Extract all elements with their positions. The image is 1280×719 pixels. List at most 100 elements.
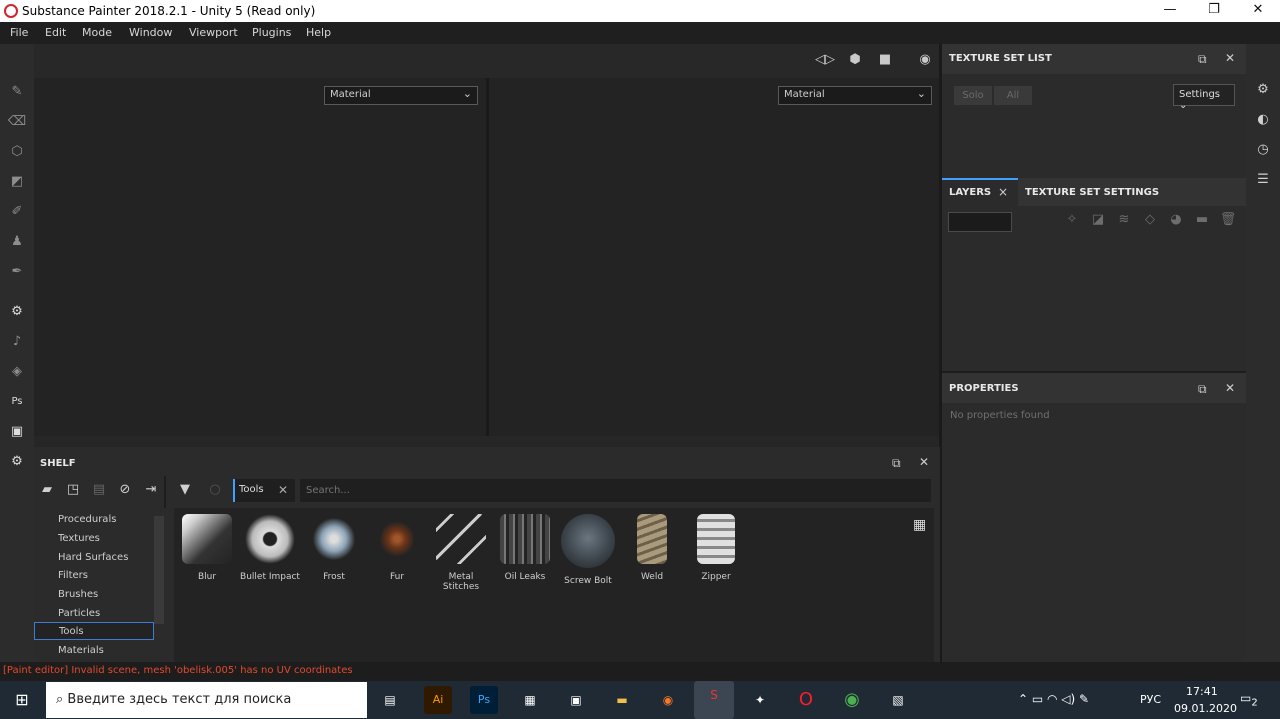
notifications-icon[interactable]: ▭2: [1240, 691, 1258, 708]
asset-screw-bolt[interactable]: Screw Bolt: [557, 514, 619, 594]
layer-stack-icon[interactable]: ◈: [7, 362, 27, 382]
display-settings-icon[interactable]: ◐: [1254, 112, 1272, 130]
layers-tab-close[interactable]: ×: [998, 185, 1008, 199]
add-fill-layer-icon[interactable]: ◇: [1140, 212, 1160, 232]
substance-source-icon[interactable]: ⚙: [7, 302, 27, 322]
maximize-button[interactable]: ❐: [1192, 0, 1236, 22]
opera-icon[interactable]: O: [792, 686, 820, 714]
filter-icon[interactable]: ▼: [176, 482, 194, 500]
media-icon[interactable]: ▦: [516, 686, 544, 714]
category-item[interactable]: Hard Surfaces: [34, 550, 154, 568]
notification-bell-icon[interactable]: ♪: [7, 332, 27, 352]
left-material-select[interactable]: Material ⌄: [324, 86, 478, 105]
screenshot-icon[interactable]: ◉: [914, 52, 936, 70]
asset-bullet-impact[interactable]: Bullet Impact: [239, 514, 301, 594]
color-picker-icon[interactable]: ✒: [7, 262, 27, 282]
menu-window[interactable]: Window: [129, 26, 172, 39]
photoshop-icon[interactable]: Ps: [7, 392, 27, 412]
float-panel-icon[interactable]: ⧉: [1198, 52, 1207, 67]
file-explorer-icon[interactable]: ▬: [608, 686, 636, 714]
projection-icon[interactable]: ⬡: [7, 142, 27, 162]
all-button[interactable]: All: [994, 86, 1032, 105]
film-icon[interactable]: ▣: [562, 686, 590, 714]
clone-stamp-icon[interactable]: ♟: [7, 232, 27, 252]
add-effect-icon[interactable]: ✧: [1062, 212, 1082, 232]
history-icon[interactable]: ◷: [1254, 142, 1272, 160]
float-panel-icon[interactable]: ⧉: [892, 456, 901, 471]
3d-viewport[interactable]: [34, 78, 486, 436]
grid-view-icon[interactable]: ▦: [913, 517, 926, 533]
task-view-icon[interactable]: ▤: [376, 686, 404, 714]
asset-fur[interactable]: Fur: [366, 514, 428, 594]
close-panel-icon[interactable]: ✕: [1225, 51, 1235, 65]
menu-file[interactable]: File: [10, 26, 28, 39]
taskbar-search[interactable]: ⌕ Введите здесь текст для поиска: [46, 682, 367, 718]
chrome-icon[interactable]: ◉: [838, 686, 866, 714]
folder-icon[interactable]: ▰: [38, 482, 56, 500]
category-item[interactable]: Procedurals: [34, 512, 154, 530]
add-folder-icon[interactable]: ▬: [1192, 212, 1212, 232]
asset-blur[interactable]: Blur: [176, 514, 238, 594]
minimize-button[interactable]: —: [1148, 0, 1192, 22]
hide-icon[interactable]: ⊘: [116, 482, 134, 500]
symmetry-icon[interactable]: ◁▷: [814, 52, 836, 70]
image-viewer-icon[interactable]: ▧: [884, 686, 912, 714]
float-panel-icon[interactable]: ⧉: [1198, 382, 1207, 397]
tray-icons[interactable]: ⌃ ▭ ◠ ◁) ✎: [1018, 692, 1089, 706]
clock-date[interactable]: 09.01.2020: [1174, 702, 1237, 715]
category-item-selected[interactable]: Tools: [34, 622, 154, 640]
asset-zipper[interactable]: Zipper: [685, 514, 747, 594]
category-item[interactable]: Textures: [34, 531, 154, 549]
category-scrollbar[interactable]: [154, 516, 164, 624]
texture-set-icon[interactable]: ⚙: [1254, 82, 1272, 100]
menu-mode[interactable]: Mode: [82, 26, 112, 39]
illustrator-icon[interactable]: Ai: [424, 686, 452, 714]
close-panel-icon[interactable]: ✕: [1225, 381, 1235, 395]
texture-set-settings-tab[interactable]: TEXTURE SET SETTINGS: [1025, 187, 1159, 198]
new-shelf-icon[interactable]: ◳: [64, 482, 82, 500]
delete-layer-icon[interactable]: 🗑: [1218, 212, 1238, 232]
category-item[interactable]: Materials: [34, 643, 154, 661]
2d-viewport[interactable]: [489, 78, 940, 436]
layers-channel-select[interactable]: [948, 212, 1012, 232]
close-window-button[interactable]: ✕: [1236, 0, 1280, 22]
windows-start-icon[interactable]: ⊞: [8, 686, 36, 714]
viewport-splitter[interactable]: [34, 436, 940, 447]
shelf-search-input[interactable]: [300, 479, 931, 502]
asset-metal-stitches[interactable]: Metal Stitches: [430, 514, 492, 594]
camera-icon[interactable]: ■: [874, 52, 896, 70]
language-indicator[interactable]: РУС: [1140, 693, 1161, 706]
zbrush-icon[interactable]: ✦: [746, 686, 774, 714]
menu-viewport[interactable]: Viewport: [189, 26, 238, 39]
asset-weld[interactable]: Weld: [621, 514, 683, 594]
settings-gear-icon[interactable]: ⚙: [7, 452, 27, 472]
eraser-icon[interactable]: ⌫: [7, 112, 27, 132]
asset-oil-leaks[interactable]: Oil Leaks: [494, 514, 556, 594]
category-item[interactable]: Brushes: [34, 587, 154, 605]
import-icon[interactable]: ⇥: [142, 482, 160, 500]
asset-frost[interactable]: Frost: [303, 514, 365, 594]
export-icon[interactable]: ▣: [7, 422, 27, 442]
right-material-select[interactable]: Material ⌄: [778, 86, 932, 105]
settings-dropdown[interactable]: Settings ⌄: [1173, 84, 1235, 111]
add-layer-icon[interactable]: ≋: [1114, 212, 1134, 232]
add-mask-icon[interactable]: ◪: [1088, 212, 1108, 232]
clock-time[interactable]: 17:41: [1186, 685, 1218, 698]
solo-button[interactable]: Solo: [954, 86, 992, 105]
display-mode-cube-icon[interactable]: ⬢: [844, 52, 866, 70]
blender-icon[interactable]: ◉: [654, 686, 682, 714]
add-paint-layer-icon[interactable]: ◕: [1166, 212, 1186, 232]
menu-edit[interactable]: Edit: [45, 26, 66, 39]
remove-filter-icon[interactable]: ✕: [278, 483, 288, 497]
smudge-icon[interactable]: ✐: [7, 202, 27, 222]
paint-brush-icon[interactable]: ✎: [7, 82, 27, 102]
close-panel-icon[interactable]: ✕: [919, 455, 929, 469]
menu-help[interactable]: Help: [306, 26, 331, 39]
log-icon[interactable]: ☰: [1254, 172, 1272, 190]
circle-filter-icon[interactable]: ○: [206, 482, 224, 500]
category-item[interactable]: Filters: [34, 568, 154, 586]
polygon-fill-icon[interactable]: ◩: [7, 172, 27, 192]
save-icon[interactable]: ▤: [90, 482, 108, 500]
substance-painter-taskbar-icon[interactable]: S: [694, 681, 734, 719]
menu-plugins[interactable]: Plugins: [252, 26, 291, 39]
